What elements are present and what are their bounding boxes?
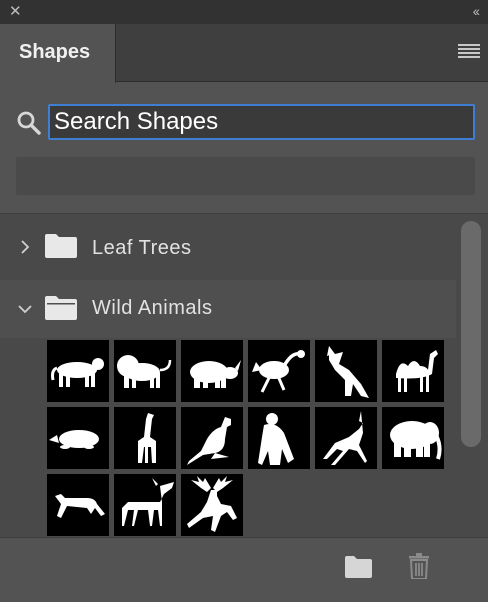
wolf-shape xyxy=(327,346,369,398)
shape-tile-elephant[interactable] xyxy=(382,407,444,469)
shape-tile-cheetah[interactable] xyxy=(47,474,109,536)
close-icon[interactable]: ✕ xyxy=(9,3,22,21)
tab-bar: Shapes xyxy=(0,24,488,83)
shape-tile-wolf[interactable] xyxy=(315,340,377,402)
shape-tile-kangaroo[interactable] xyxy=(181,407,243,469)
double-chevron-left-icon[interactable]: ‹‹ xyxy=(473,2,480,20)
search-icon xyxy=(17,111,41,135)
shape-tile-camel[interactable] xyxy=(382,340,444,402)
shape-tile-mole[interactable] xyxy=(47,407,109,469)
panel-footer xyxy=(0,537,488,602)
tiger-shape xyxy=(51,358,104,387)
folder-icon xyxy=(45,234,77,258)
shape-tile-lion[interactable] xyxy=(114,340,176,402)
search-input[interactable] xyxy=(48,104,475,140)
kangaroo-shape xyxy=(187,417,231,465)
ostrich-shape xyxy=(252,350,305,393)
group-row-wild-animals[interactable]: Wild Animals xyxy=(0,280,456,338)
shape-tile-giraffe[interactable] xyxy=(114,407,176,469)
scrollbar-thumb[interactable] xyxy=(461,221,481,447)
elephant-shape xyxy=(390,421,442,460)
trash-icon[interactable] xyxy=(408,553,430,579)
tab-shapes[interactable]: Shapes xyxy=(0,24,116,83)
shape-tile-gazelle[interactable] xyxy=(315,407,377,469)
panel-title-strip: ✕ ‹‹ xyxy=(0,0,488,24)
cheetah-shape xyxy=(55,494,105,518)
reindeer-shape xyxy=(187,476,237,532)
filter-bar xyxy=(16,157,475,195)
chevron-down-icon[interactable] xyxy=(18,302,32,316)
rhinoceros-shape xyxy=(190,360,241,388)
shapes-panel: ✕ ‹‹ Shapes Leaf Trees xyxy=(0,0,488,602)
gazelle-shape xyxy=(323,411,367,465)
panel-menu-icon[interactable] xyxy=(458,44,480,58)
mole-shape xyxy=(49,430,99,449)
shape-tile-rhinoceros[interactable] xyxy=(181,340,243,402)
group-row-leaf-trees[interactable]: Leaf Trees xyxy=(0,218,456,276)
shape-tile-tiger[interactable] xyxy=(47,340,109,402)
lion-shape xyxy=(117,355,172,388)
open-folder-icon xyxy=(45,296,77,320)
resize-grip[interactable] xyxy=(230,597,260,602)
shape-tile-moose[interactable] xyxy=(114,474,176,536)
group-label: Leaf Trees xyxy=(92,237,192,259)
shape-group-list: Leaf Trees Wild Animals xyxy=(0,213,488,537)
gorilla-shape xyxy=(258,413,294,465)
group-label: Wild Animals xyxy=(92,297,213,319)
chevron-right-icon[interactable] xyxy=(18,240,32,254)
giraffe-shape xyxy=(138,413,156,463)
shape-tile-ostrich[interactable] xyxy=(248,340,310,402)
moose-shape xyxy=(122,478,174,526)
camel-shape xyxy=(396,350,438,392)
new-group-folder-icon[interactable] xyxy=(345,556,372,578)
tab-label: Shapes xyxy=(19,41,91,63)
shape-tile-reindeer[interactable] xyxy=(181,474,243,536)
shape-tile-gorilla[interactable] xyxy=(248,407,310,469)
